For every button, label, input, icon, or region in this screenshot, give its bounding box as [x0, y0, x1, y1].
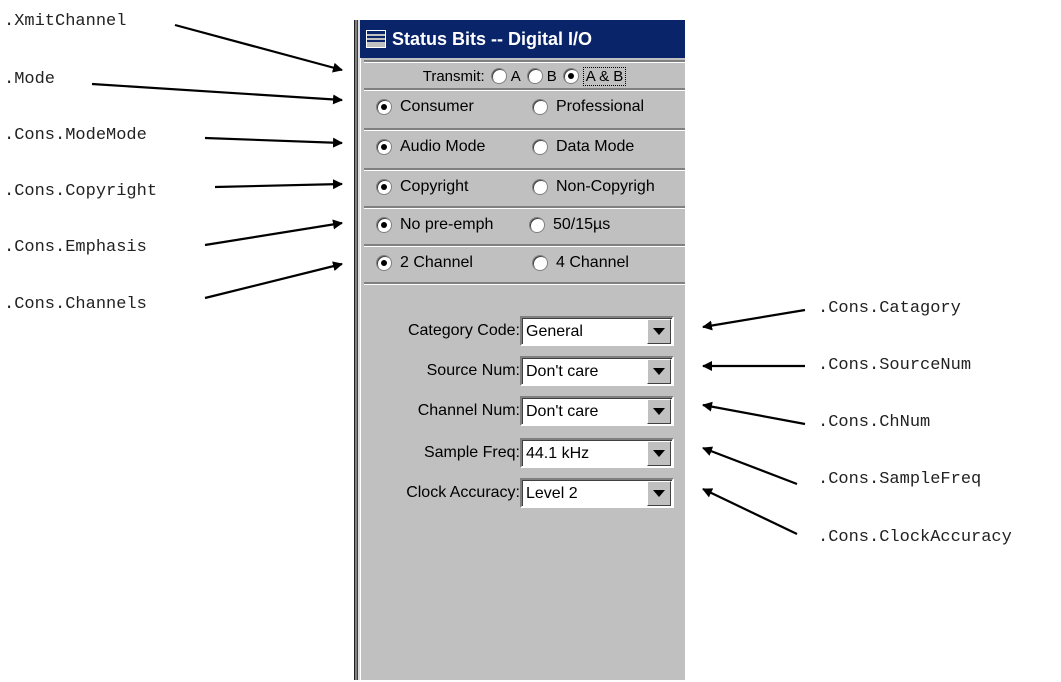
category-code-select[interactable]: General [520, 316, 674, 346]
channel-num-value: Don't care [526, 403, 599, 420]
non-copyright-radio[interactable] [532, 179, 548, 195]
arrow-cons-clock-accuracy [702, 488, 798, 535]
arrow-cons-channels [204, 261, 343, 300]
category-code-value: General [526, 323, 583, 340]
channel-num-select[interactable]: Don't care [520, 396, 674, 426]
arrow-cons-mode-mode [204, 136, 343, 148]
arrow-cons-category [702, 308, 806, 331]
category-code-label: Category Code: [407, 322, 520, 339]
two-channel-label: 2 Channel [400, 254, 473, 271]
four-channel-option[interactable]: 4 Channel [532, 254, 629, 272]
arrow-mode [91, 82, 343, 105]
window-icon[interactable] [366, 30, 386, 48]
channel-num-dropdown-button[interactable] [647, 399, 671, 424]
no-pre-emph-radio[interactable] [376, 217, 392, 233]
four-channel-radio[interactable] [532, 255, 548, 271]
emph-50-15-option[interactable]: 50/15µs [529, 216, 610, 234]
source-num-dropdown-button[interactable] [647, 359, 671, 384]
chevron-down-icon [653, 368, 665, 375]
copyright-row: Copyright Non-Copyrigh [364, 168, 685, 204]
arrow-cons-copyright [214, 179, 343, 190]
mode-mode-row: Audio Mode Data Mode [364, 128, 685, 164]
consumer-radio[interactable] [376, 99, 392, 115]
window-title: Status Bits -- Digital I/O [392, 28, 593, 49]
channel-num-label: Channel Num: [417, 402, 520, 419]
professional-label: Professional [556, 98, 645, 115]
arrow-cons-ch-num [702, 401, 806, 426]
channels-row: 2 Channel 4 Channel [364, 244, 685, 280]
consumer-label: Consumer [400, 98, 474, 115]
emph-50-15-radio[interactable] [529, 217, 545, 233]
four-channel-label: 4 Channel [556, 254, 629, 271]
source-num-label: Source Num: [426, 362, 520, 379]
transmit-option-a[interactable]: A [490, 67, 521, 85]
window-titlebar[interactable]: Status Bits -- Digital I/O [360, 20, 685, 58]
sample-freq-value: 44.1 kHz [526, 445, 590, 462]
mode-row: Consumer Professional [364, 88, 685, 124]
consumer-option[interactable]: Consumer [376, 98, 474, 116]
audio-mode-label: Audio Mode [400, 138, 486, 155]
data-mode-option[interactable]: Data Mode [532, 138, 634, 156]
copyright-label: Copyright [400, 178, 469, 195]
clock-accuracy-dropdown-button[interactable] [647, 481, 671, 506]
clock-accuracy-label: Clock Accuracy: [406, 484, 520, 501]
transmit-option-a-label: A [510, 67, 521, 85]
professional-option[interactable]: Professional [532, 98, 644, 116]
two-channel-radio[interactable] [376, 255, 392, 271]
data-mode-label: Data Mode [556, 138, 635, 155]
emphasis-row: No pre-emph 50/15µs [364, 206, 685, 242]
chevron-down-icon [653, 490, 665, 497]
data-mode-radio[interactable] [532, 139, 548, 155]
transmit-radio-b[interactable] [526, 68, 543, 84]
clock-accuracy-value: Level 2 [526, 485, 578, 502]
sample-freq-dropdown-button[interactable] [647, 441, 671, 466]
non-copyright-label: Non-Copyrigh [556, 178, 655, 195]
non-copyright-option[interactable]: Non-Copyrigh [532, 178, 655, 196]
arrow-cons-emphasis [204, 219, 343, 247]
audio-mode-radio[interactable] [376, 139, 392, 155]
source-num-value: Don't care [526, 363, 599, 380]
category-code-dropdown-button[interactable] [647, 319, 671, 344]
sample-freq-select[interactable]: 44.1 kHz [520, 438, 674, 468]
emph-50-15-label: 50/15µs [553, 216, 611, 233]
transmit-radio-ab[interactable] [562, 68, 579, 84]
transmit-label: Transmit: [422, 67, 485, 85]
sample-freq-label: Sample Freq: [423, 444, 520, 461]
copyright-radio[interactable] [376, 179, 392, 195]
transmit-option-b-label: B [546, 67, 557, 85]
chevron-down-icon [653, 328, 665, 335]
transmit-row: Transmit: A B A & B [364, 60, 685, 90]
transmit-option-ab[interactable]: A & B [562, 66, 627, 86]
transmit-option-ab-label: A & B [582, 66, 627, 86]
no-pre-emph-option[interactable]: No pre-emph [376, 216, 493, 234]
transmit-radio-a[interactable] [490, 68, 507, 84]
audio-mode-option[interactable]: Audio Mode [376, 138, 485, 156]
arrow-xmit-channel [174, 23, 343, 73]
status-bits-window: Status Bits -- Digital I/O Transmit: A B… [358, 20, 685, 680]
professional-radio[interactable] [532, 99, 548, 115]
chevron-down-icon [653, 408, 665, 415]
source-num-select[interactable]: Don't care [520, 356, 674, 386]
two-channel-option[interactable]: 2 Channel [376, 254, 473, 272]
clock-accuracy-select[interactable]: Level 2 [520, 478, 674, 508]
copyright-option[interactable]: Copyright [376, 178, 468, 196]
transmit-option-b[interactable]: B [526, 67, 557, 85]
arrow-cons-sample-freq [702, 446, 798, 486]
chevron-down-icon [653, 450, 665, 457]
no-pre-emph-label: No pre-emph [400, 216, 494, 233]
